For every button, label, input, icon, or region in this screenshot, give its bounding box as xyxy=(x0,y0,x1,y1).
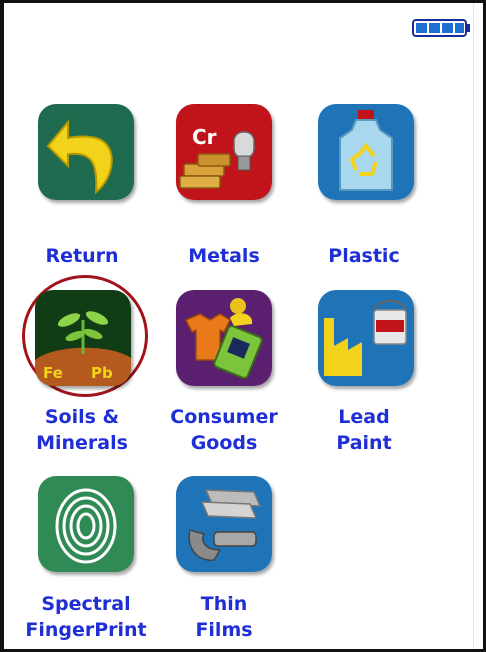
plastic-recycle-icon xyxy=(318,104,414,200)
return-arrow-icon xyxy=(38,104,134,200)
thin-films-icon xyxy=(176,476,272,572)
lead-paint-label: Lead Paint xyxy=(336,406,392,454)
thin-films-label: Thin Films xyxy=(195,593,253,641)
soil-plant-icon: Fe Pb xyxy=(35,290,131,386)
metals-button[interactable]: Cr xyxy=(176,104,272,200)
plastic-button[interactable] xyxy=(318,104,414,200)
spectral-fingerprint-label: Spectral FingerPrint xyxy=(25,593,147,641)
scrollbar[interactable] xyxy=(473,3,483,649)
lead-paint-button[interactable] xyxy=(318,290,414,386)
lead-paint-icon xyxy=(318,290,414,386)
metals-icon: Cr xyxy=(176,104,272,200)
soils-minerals-label: Soils & Minerals xyxy=(36,406,128,454)
soils-icon-text-fe: Fe xyxy=(43,364,63,382)
consumer-goods-icon xyxy=(176,290,272,386)
return-button[interactable] xyxy=(38,104,134,200)
fingerprint-icon xyxy=(38,476,134,572)
consumer-goods-label: Consumer Goods xyxy=(170,406,278,454)
soils-minerals-button[interactable]: Fe Pb xyxy=(35,290,131,386)
return-label: Return xyxy=(45,245,119,267)
plastic-label: Plastic xyxy=(328,245,400,267)
spectral-fingerprint-button[interactable] xyxy=(38,476,134,572)
thin-films-button[interactable] xyxy=(176,476,272,572)
soils-icon-text-pb: Pb xyxy=(91,364,113,382)
metals-label: Metals xyxy=(188,245,260,267)
battery-full-icon xyxy=(412,18,472,38)
metals-icon-text: Cr xyxy=(192,125,217,149)
consumer-goods-button[interactable] xyxy=(176,290,272,386)
